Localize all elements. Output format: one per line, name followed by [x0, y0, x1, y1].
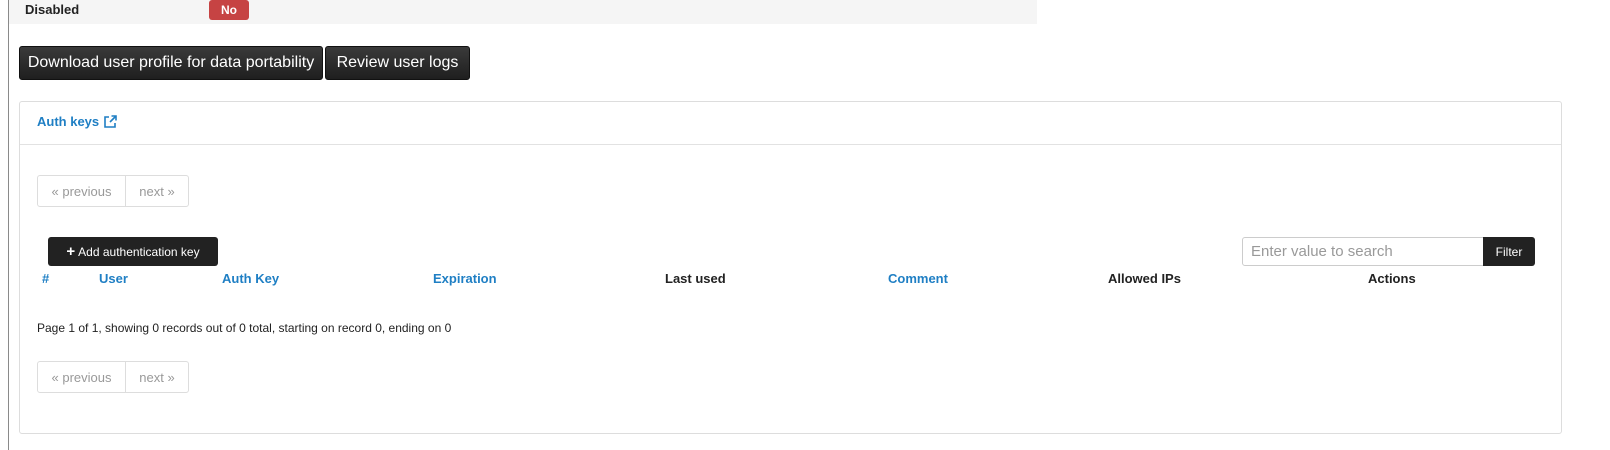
column-header-actions: Actions — [1368, 271, 1416, 286]
panel-heading: Auth keys — [20, 102, 1561, 145]
column-header-user[interactable]: User — [99, 271, 128, 286]
auth-keys-link[interactable]: Auth keys — [37, 114, 117, 129]
pagination-info: Page 1 of 1, showing 0 records out of 0 … — [37, 321, 452, 335]
next-page-button[interactable]: next » — [126, 176, 188, 206]
pagination-top: « previous next » — [37, 175, 189, 207]
pagination-bottom: « previous next » — [37, 361, 189, 393]
next-page-button[interactable]: next » — [126, 362, 188, 392]
disabled-row: Disabled No — [9, 0, 1037, 24]
previous-page-button[interactable]: « previous — [38, 362, 126, 392]
add-auth-key-label: Add authentication key — [78, 244, 200, 259]
review-logs-button[interactable]: Review user logs — [325, 46, 470, 80]
plus-icon: + — [66, 243, 76, 260]
previous-page-button[interactable]: « previous — [38, 176, 126, 206]
external-link-icon — [104, 114, 117, 128]
disabled-status-badge: No — [209, 0, 249, 20]
auth-keys-panel: Auth keys « previous next » + Add authen… — [19, 101, 1562, 434]
left-border — [8, 0, 9, 450]
column-header-expiration[interactable]: Expiration — [433, 271, 497, 286]
auth-keys-title: Auth keys — [37, 114, 100, 129]
column-header-allowed-ips: Allowed IPs — [1108, 271, 1181, 286]
disabled-label: Disabled — [25, 2, 80, 17]
column-header-auth-key[interactable]: Auth Key — [222, 271, 279, 286]
column-header-comment[interactable]: Comment — [888, 271, 948, 286]
search-input[interactable] — [1242, 237, 1484, 266]
column-header-id[interactable]: # — [42, 271, 49, 286]
user-view-page: Disabled No Download user profile for da… — [0, 0, 1610, 450]
filter-button[interactable]: Filter — [1483, 237, 1535, 266]
column-header-last-used: Last used — [665, 271, 726, 286]
add-auth-key-button[interactable]: + Add authentication key — [48, 237, 218, 266]
download-profile-button[interactable]: Download user profile for data portabili… — [19, 46, 323, 80]
